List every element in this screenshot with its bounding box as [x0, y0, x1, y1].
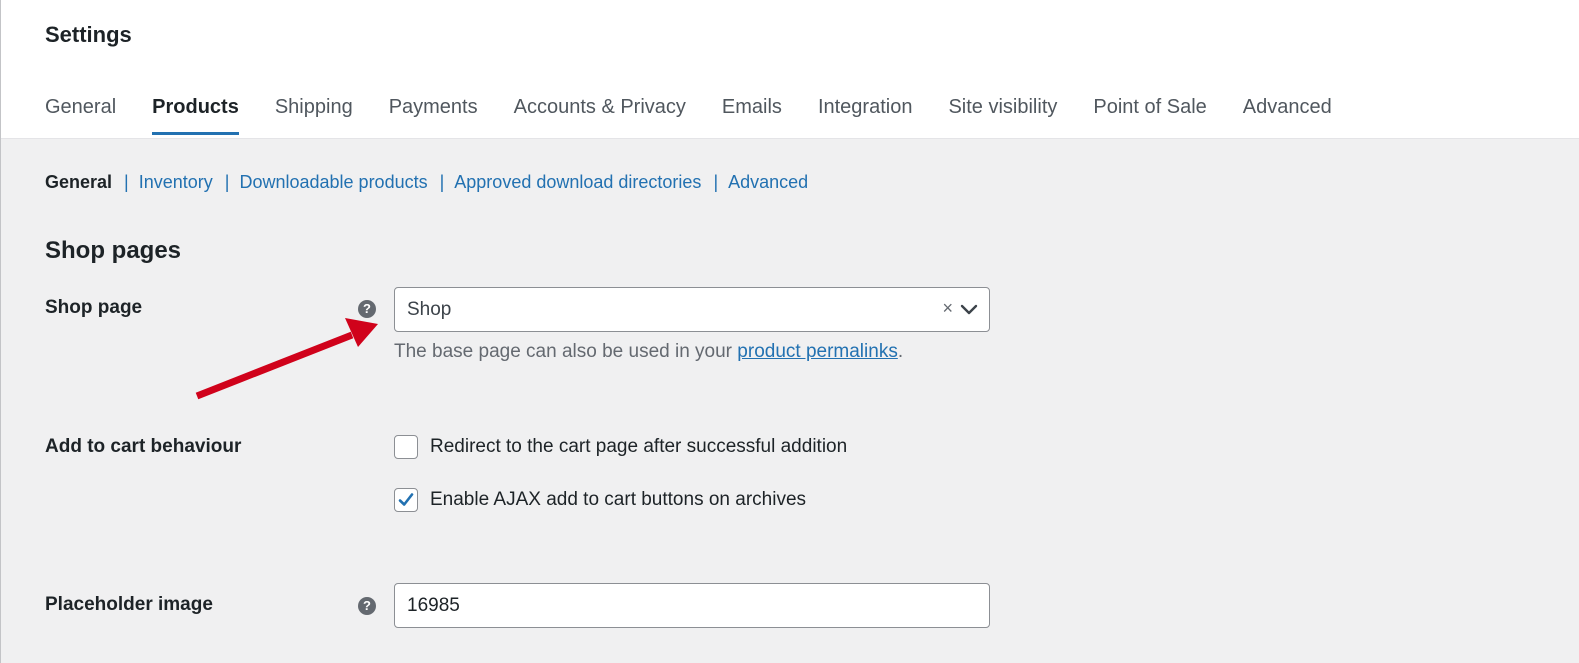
placeholder-image-input[interactable] [394, 583, 990, 628]
tab-shipping[interactable]: Shipping [275, 96, 353, 135]
page-title: Settings [45, 22, 132, 47]
shop-page-label: Shop page [45, 297, 143, 318]
help-icon[interactable]: ? [358, 300, 376, 318]
subnav-separator: | [124, 172, 129, 192]
description-suffix: . [897, 341, 904, 362]
subnav-inventory-link[interactable]: Inventory [139, 172, 213, 193]
product-permalinks-link[interactable]: product permalinks [737, 341, 898, 362]
enable-ajax-label[interactable]: Enable AJAX add to cart buttons on archi… [430, 489, 806, 511]
subnav-separator: | [224, 172, 230, 192]
clear-icon[interactable]: × [942, 298, 953, 319]
subsection-nav: General | Inventory | Downloadable produ… [45, 172, 808, 193]
subnav-separator: | [713, 172, 719, 192]
tab-payments[interactable]: Payments [389, 96, 478, 135]
chevron-down-icon[interactable] [959, 300, 979, 320]
subnav-advanced-link[interactable]: Advanced [728, 172, 808, 193]
tab-site-visibility[interactable]: Site visibility [948, 96, 1057, 135]
shop-page-description: The base page can also be used in your p… [394, 341, 903, 363]
tab-products[interactable]: Products [152, 96, 239, 135]
redirect-to-cart-label[interactable]: Redirect to the cart page after successf… [430, 436, 847, 458]
add-to-cart-behaviour-label: Add to cart behaviour [45, 436, 242, 457]
subnav-separator: | [439, 172, 445, 192]
enable-ajax-checkbox[interactable] [394, 488, 418, 512]
tab-advanced[interactable]: Advanced [1243, 96, 1332, 135]
checkmark-icon [398, 493, 414, 506]
settings-tabs: General Products Shipping Payments Accou… [45, 96, 1368, 135]
redirect-to-cart-option[interactable]: Redirect to the cart page after successf… [394, 435, 847, 459]
tab-emails[interactable]: Emails [722, 96, 782, 135]
tab-integration[interactable]: Integration [818, 96, 913, 135]
shop-page-selected-value: Shop [407, 299, 452, 320]
description-text: The base page can also be used in your [394, 341, 738, 362]
help-icon[interactable]: ? [358, 597, 376, 615]
subnav-approved-download-directories-link[interactable]: Approved download directories [454, 172, 701, 193]
subnav-general-current: General [45, 172, 113, 192]
enable-ajax-option[interactable]: Enable AJAX add to cart buttons on archi… [394, 488, 806, 512]
placeholder-image-label: Placeholder image [45, 594, 213, 615]
tab-accounts-privacy[interactable]: Accounts & Privacy [514, 96, 686, 135]
left-edge-border [0, 0, 1, 663]
shop-page-select[interactable]: Shop × [394, 287, 990, 332]
tab-general[interactable]: General [45, 96, 116, 135]
tab-point-of-sale[interactable]: Point of Sale [1093, 96, 1206, 135]
section-title-shop-pages: Shop pages [45, 237, 182, 264]
redirect-to-cart-checkbox[interactable] [394, 435, 418, 459]
subnav-downloadable-products-link[interactable]: Downloadable products [239, 172, 427, 193]
